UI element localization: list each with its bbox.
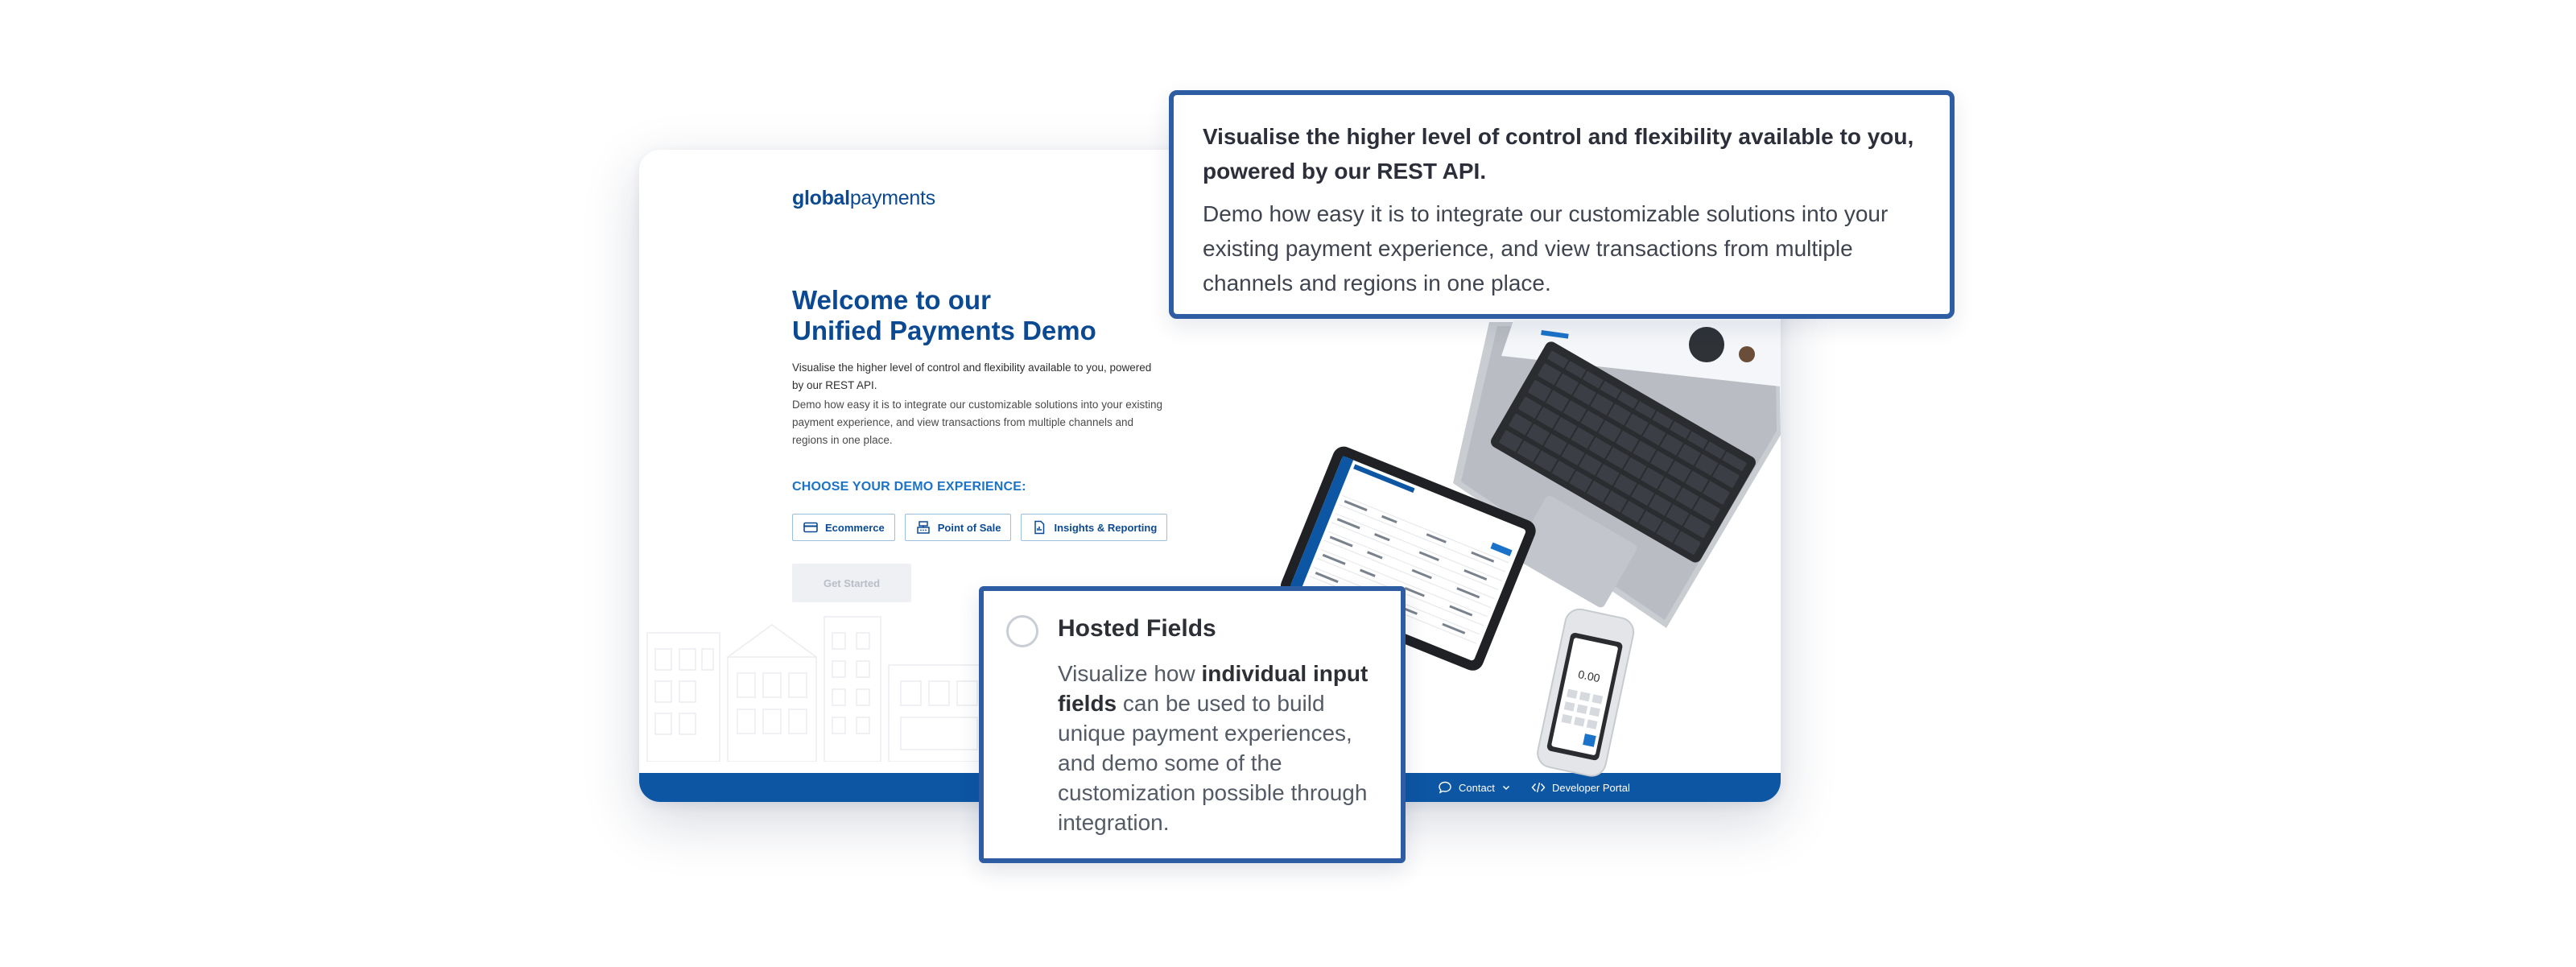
code-icon xyxy=(1531,782,1546,793)
chat-bubble-icon xyxy=(1439,781,1451,794)
callout-lead-text: Visualise the higher level of control an… xyxy=(1203,124,1914,184)
contact-link[interactable]: Contact xyxy=(1438,773,1511,802)
logo-bold-text: global xyxy=(792,187,850,209)
hero-sub-text: Demo how easy it is to integrate our cus… xyxy=(792,399,1162,446)
globalpayments-logo[interactable]: globalpayments xyxy=(792,187,935,210)
developer-portal-label: Developer Portal xyxy=(1552,781,1630,794)
choose-demo-heading: CHOOSE YOUR DEMO EXPERIENCE: xyxy=(792,480,1026,494)
logo-light-text: payments xyxy=(849,187,935,209)
page-title-line-2: Unified Payments Demo xyxy=(792,316,1096,345)
insights-reporting-option-button[interactable]: Insights & Reporting xyxy=(1021,514,1168,541)
contact-label: Contact xyxy=(1459,781,1495,794)
hosted-fields-radio[interactable] xyxy=(1006,615,1038,647)
chevron-down-icon xyxy=(1502,785,1509,791)
report-document-icon xyxy=(1034,520,1045,535)
hosted-fields-title: Hosted Fields xyxy=(1058,615,1216,642)
demo-options: Ecommerce Point of Sale Insights & Repor… xyxy=(792,514,1168,541)
hosted-fields-desc-pre: Visualize how xyxy=(1058,661,1202,686)
developer-portal-link[interactable]: Developer Portal xyxy=(1531,773,1630,802)
hosted-fields-description: Visualize how individual input fields ca… xyxy=(1058,659,1380,837)
ecommerce-option-button[interactable]: Ecommerce xyxy=(792,514,895,541)
page-title: Welcome to our Unified Payments Demo xyxy=(792,285,1162,346)
hosted-fields-card[interactable]: Hosted Fields Visualize how individual i… xyxy=(979,586,1406,863)
point-of-sale-option-label: Point of Sale xyxy=(937,521,1001,534)
callout-sub-text: Demo how easy it is to integrate our cus… xyxy=(1203,201,1889,295)
cash-register-icon xyxy=(916,521,930,534)
page-title-line-1: Welcome to our xyxy=(792,285,991,315)
rest-api-callout: Visualise the higher level of control an… xyxy=(1169,90,1955,319)
ecommerce-option-label: Ecommerce xyxy=(825,521,885,534)
credit-card-icon xyxy=(803,522,818,533)
insights-reporting-option-label: Insights & Reporting xyxy=(1054,521,1158,534)
hero-lead-text: Visualise the higher level of control an… xyxy=(792,362,1152,391)
get-started-button[interactable]: Get Started xyxy=(792,564,911,602)
point-of-sale-option-button[interactable]: Point of Sale xyxy=(904,514,1012,541)
